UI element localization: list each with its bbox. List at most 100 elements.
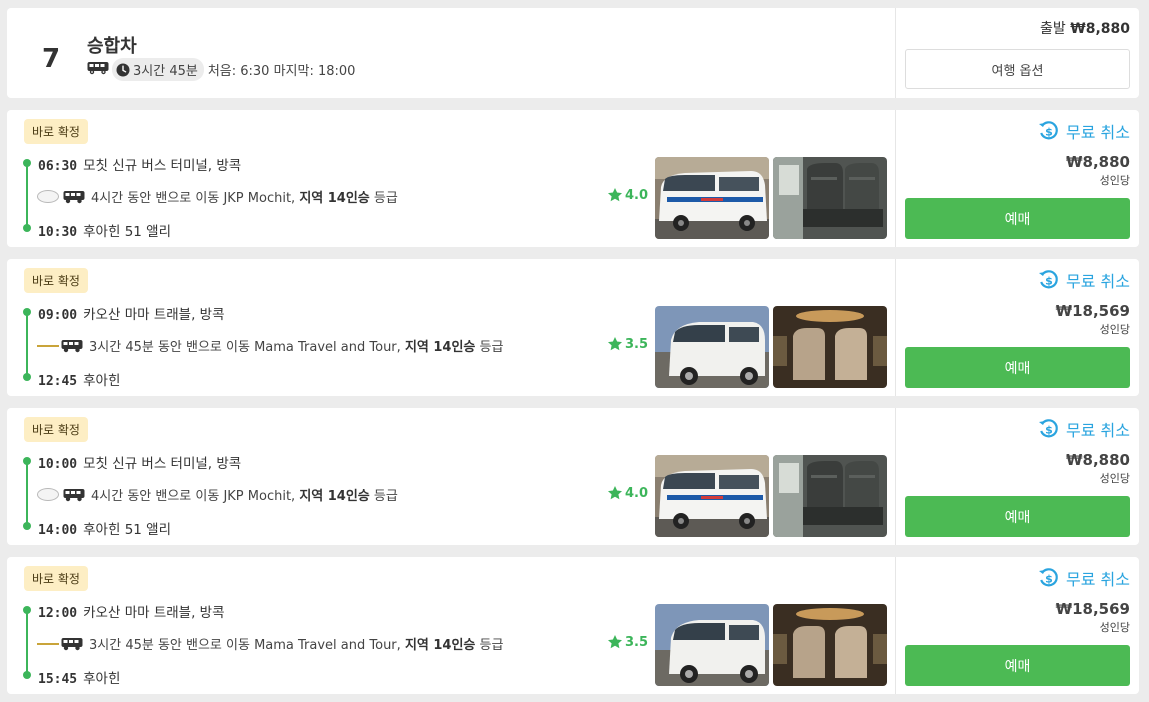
book-button[interactable]: 예매 [905,496,1130,537]
rating-value: 4.0 [625,187,649,203]
operator-logo-icon [37,344,59,347]
refund-icon: $ [1038,269,1066,291]
departure: 12:00 카오산 마마 트래블, 방콕 [38,601,225,621]
star-icon [607,336,625,352]
operator-logo-icon [37,488,59,501]
trip-options-button[interactable]: 여행 옵션 [905,49,1130,89]
book-button[interactable]: 예매 [905,198,1130,239]
rating-value: 3.5 [625,634,649,650]
price-value: ₩8,880 [1070,21,1130,37]
arrival-time: 14:00 [38,523,78,538]
van-interior-photo[interactable] [773,306,887,388]
booking-panel: $ 무료 취소 ₩8,880 성인당 예매 [895,110,1139,247]
booking-panel: $ 무료 취소 ₩18,569 성인당 예매 [895,259,1139,396]
vehicle-class-suffix: 등급 [479,638,504,653]
timeline-line [26,313,28,377]
rating-value: 4.0 [625,485,649,501]
arrival: 10:30 후아힌 51 앨리 [38,220,171,240]
arrival: 15:45 후아힌 [38,667,120,687]
departure-time: 10:00 [38,457,78,472]
transport-type-title: 승합차 [87,36,137,57]
price-prefix: 출발 [1040,21,1066,37]
timeline-line [26,164,28,228]
free-cancellation-label: 무료 취소 [1066,421,1130,440]
timeline-dot-end [23,671,31,679]
van-icon [63,488,85,502]
departure-time: 12:00 [38,606,78,621]
free-cancellation-label: 무료 취소 [1066,272,1130,291]
departure-place: 모칫 신규 버스 터미널, 방콕 [83,158,242,174]
van-exterior-photo[interactable] [655,604,769,686]
arrival-time: 12:45 [38,374,78,389]
rating: 3.5 [607,634,648,650]
van-icon [61,637,83,651]
timeline-dot-start [23,606,31,614]
trip-description: 4시간 동안 밴으로 이동 JKP Mochit, [91,489,296,504]
trip-details: 4시간 동안 밴으로 이동 JKP Mochit, 지역 14인승 등급 [37,485,398,504]
price-per-adult: 성인당 [1099,472,1130,485]
trip-details: 4시간 동안 밴으로 이동 JKP Mochit, 지역 14인승 등급 [37,187,398,206]
arrival-place: 후아힌 [83,671,121,687]
vehicle-class: 지역 14인승 [299,489,370,504]
arrival-time: 15:45 [38,672,78,687]
van-interior-photo[interactable] [773,157,887,239]
trip-price: ₩8,880 [1066,153,1130,171]
vehicle-class: 지역 14인승 [404,340,476,355]
van-exterior-photo[interactable] [655,455,769,537]
rating: 3.5 [607,336,648,352]
book-button[interactable]: 예매 [905,645,1130,686]
free-cancellation: $ 무료 취소 [1038,417,1130,441]
vehicle-class-suffix: 등급 [373,191,398,206]
van-exterior-photo[interactable] [655,306,769,388]
price-per-adult: 성인당 [1099,174,1130,187]
clock-icon [116,63,133,77]
vehicle-class: 지역 14인승 [404,638,476,653]
arrival-place: 후아힌 51 앨리 [83,224,172,240]
schedule-summary: 3시간 45분 처음: 6:30 마지막: 18:00 [87,58,355,81]
starting-price: 출발 ₩8,880 [1040,18,1130,38]
svg-text:$: $ [1045,424,1053,437]
instant-confirm-badge: 바로 확정 [24,566,88,591]
arrival: 12:45 후아힌 [38,369,120,389]
timeline-dot-end [23,224,31,232]
booking-panel: $ 무료 취소 ₩18,569 성인당 예매 [895,557,1139,694]
first-last-times: 처음: 6:30 마지막: 18:00 [207,64,356,79]
departure-place: 모칫 신규 버스 터미널, 방콕 [83,456,242,472]
trip-details: 3시간 45분 동안 밴으로 이동 Mama Travel and Tour, … [37,336,503,355]
transport-header-card: 7 승합차 3시간 45분 처음: 6:30 마지막: 18:00 출발 ₩8,… [7,8,1139,98]
van-interior-photo[interactable] [773,604,887,686]
trip-price: ₩18,569 [1055,600,1130,618]
van-icon [63,190,85,204]
van-icon [87,61,109,79]
timeline-line [26,462,28,526]
book-button[interactable]: 예매 [905,347,1130,388]
trip-price: ₩18,569 [1055,302,1130,320]
van-interior-photo[interactable] [773,455,887,537]
vehicle-class-suffix: 등급 [479,340,504,355]
star-icon [607,634,625,650]
trip-description: 3시간 45분 동안 밴으로 이동 Mama Travel and Tour, [89,340,401,355]
rating: 4.0 [607,485,648,501]
trip-card[interactable]: 바로 확정 12:00 카오산 마마 트래블, 방콕 3시간 45분 동안 밴으로… [7,557,1139,694]
timeline-line [26,611,28,675]
trip-card[interactable]: 바로 확정 09:00 카오산 마마 트래블, 방콕 3시간 45분 동안 밴으로… [7,259,1139,396]
timeline-dot-end [23,522,31,530]
timeline-dot-start [23,457,31,465]
departure-place: 카오산 마마 트래블, 방콕 [83,605,225,621]
refund-icon: $ [1038,567,1066,589]
free-cancellation: $ 무료 취소 [1038,566,1130,590]
arrival-place: 후아힌 [83,373,121,389]
price-per-adult: 성인당 [1099,621,1130,634]
booking-panel: $ 무료 취소 ₩8,880 성인당 예매 [895,408,1139,545]
duration-text: 3시간 45분 [133,64,198,79]
van-exterior-photo[interactable] [655,157,769,239]
trip-card[interactable]: 바로 확정 10:00 모칫 신규 버스 터미널, 방콕 4시간 동안 밴으로 이… [7,408,1139,545]
trip-price: ₩8,880 [1066,451,1130,469]
trip-card[interactable]: 바로 확정 06:30 모칫 신규 버스 터미널, 방콕 4시간 동안 밴으로 이… [7,110,1139,247]
departure-place: 카오산 마마 트래블, 방콕 [83,307,225,323]
svg-text:$: $ [1045,126,1053,139]
duration-pill: 3시간 45분 [112,58,204,81]
instant-confirm-badge: 바로 확정 [24,268,88,293]
header-price-panel: 출발 ₩8,880 여행 옵션 [895,8,1139,98]
timeline-dot-start [23,159,31,167]
